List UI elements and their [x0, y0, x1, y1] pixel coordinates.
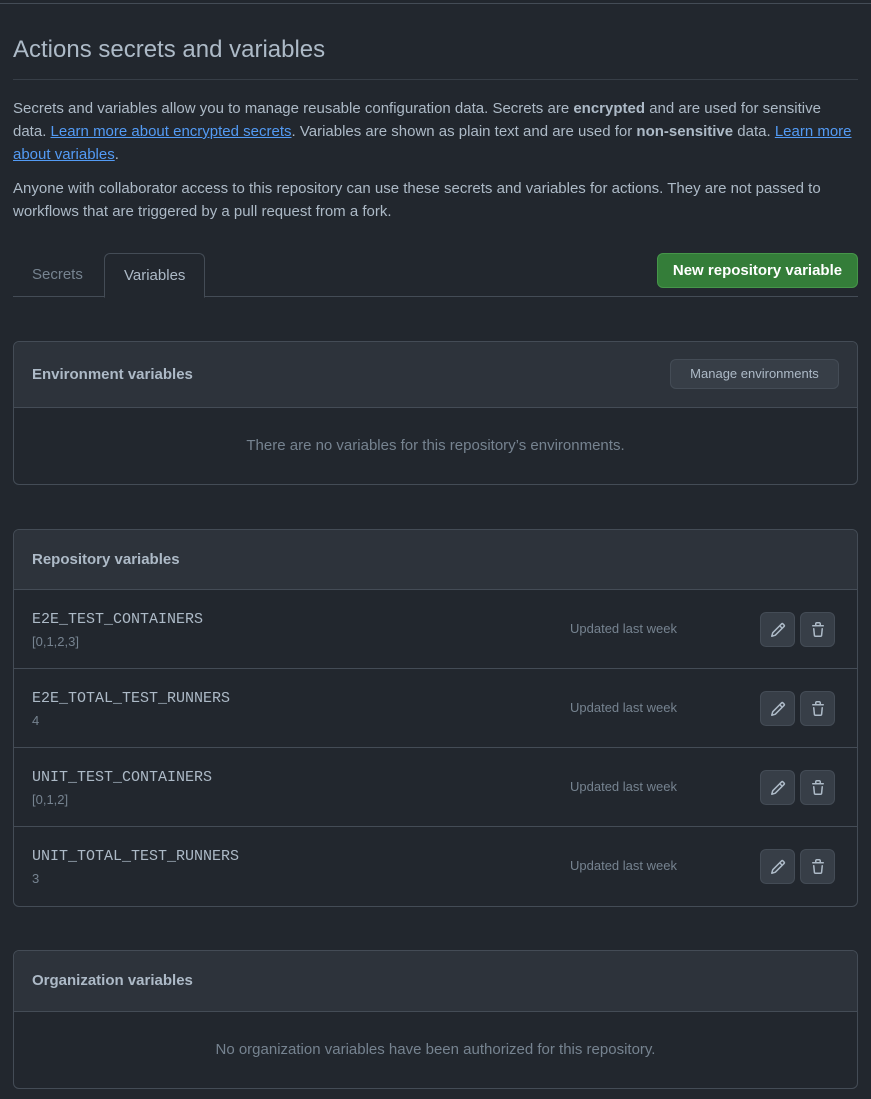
- variable-value: 4: [32, 713, 40, 728]
- variable-row: E2E_TEST_CONTAINERS [0,1,2,3] Updated la…: [14, 590, 857, 669]
- repository-variables-heading: Repository variables: [32, 551, 180, 568]
- pencil-icon: [770, 622, 785, 637]
- pencil-icon: [770, 859, 785, 874]
- variable-value: [0,1,2,3]: [32, 634, 79, 649]
- variable-name: UNIT_TOTAL_TEST_RUNNERS: [32, 848, 240, 865]
- variable-updated: Updated last week: [570, 621, 677, 636]
- tab-secrets[interactable]: Secrets: [13, 253, 102, 297]
- environment-empty-message: There are no variables for this reposito…: [246, 437, 625, 454]
- collaborator-note: Anyone with collaborator access to this …: [13, 180, 821, 220]
- top-divider: [0, 3, 871, 4]
- variable-row: E2E_TOTAL_TEST_RUNNERS 4 Updated last we…: [14, 669, 857, 748]
- environment-variables-box: Environment variables Manage environment…: [13, 341, 858, 485]
- variable-row: UNIT_TEST_CONTAINERS [0,1,2] Updated las…: [14, 748, 857, 827]
- desc-bold-encrypted: encrypted: [573, 100, 646, 117]
- organization-variables-box: Organization variables No organization v…: [13, 950, 858, 1089]
- repository-variables-box: Repository variables E2E_TEST_CONTAINERS…: [13, 529, 858, 907]
- trash-icon: [811, 621, 824, 637]
- variable-name: UNIT_TEST_CONTAINERS: [32, 769, 213, 786]
- organization-variables-heading: Organization variables: [32, 972, 193, 989]
- desc-text: . Variables are shown as plain text and …: [291, 123, 637, 140]
- desc-bold-non-sensitive: non-sensitive: [636, 123, 734, 140]
- environment-variables-header: Environment variables Manage environment…: [14, 342, 857, 408]
- variable-name: E2E_TEST_CONTAINERS: [32, 611, 204, 628]
- organization-variables-header: Organization variables: [14, 951, 857, 1012]
- desc-text: .: [114, 146, 119, 163]
- edit-variable-button[interactable]: [760, 770, 795, 805]
- edit-variable-button[interactable]: [760, 849, 795, 884]
- delete-variable-button[interactable]: [800, 612, 835, 647]
- description-paragraph: Secrets and variables allow you to manag…: [13, 97, 858, 166]
- trash-icon: [811, 858, 824, 874]
- desc-text: data.: [733, 123, 775, 140]
- variable-name: E2E_TOTAL_TEST_RUNNERS: [32, 690, 231, 707]
- variable-row: UNIT_TOTAL_TEST_RUNNERS 3 Updated last w…: [14, 827, 857, 906]
- variable-updated: Updated last week: [570, 700, 677, 715]
- repository-variables-header: Repository variables: [14, 530, 857, 590]
- variable-updated: Updated last week: [570, 858, 677, 873]
- variable-value: [0,1,2]: [32, 792, 69, 807]
- variable-updated: Updated last week: [570, 779, 677, 794]
- trash-icon: [811, 779, 824, 795]
- desc-text: Secrets and variables allow you to manag…: [13, 100, 574, 117]
- pencil-icon: [770, 780, 785, 795]
- edit-variable-button[interactable]: [760, 612, 795, 647]
- edit-variable-button[interactable]: [760, 691, 795, 726]
- tab-variables[interactable]: Variables: [104, 253, 206, 298]
- variable-value: 3: [32, 871, 40, 886]
- new-repository-variable-button[interactable]: New repository variable: [657, 253, 858, 288]
- delete-variable-button[interactable]: [800, 849, 835, 884]
- manage-environments-button[interactable]: Manage environments: [670, 359, 839, 389]
- delete-variable-button[interactable]: [800, 691, 835, 726]
- learn-more-secrets-link[interactable]: Learn more about encrypted secrets: [51, 123, 292, 140]
- trash-icon: [811, 700, 824, 716]
- environment-variables-heading: Environment variables: [32, 366, 193, 383]
- title-divider: [13, 79, 858, 80]
- organization-empty-message: No organization variables have been auth…: [215, 1041, 656, 1058]
- page-title: Actions secrets and variables: [13, 36, 326, 63]
- pencil-icon: [770, 701, 785, 716]
- delete-variable-button[interactable]: [800, 770, 835, 805]
